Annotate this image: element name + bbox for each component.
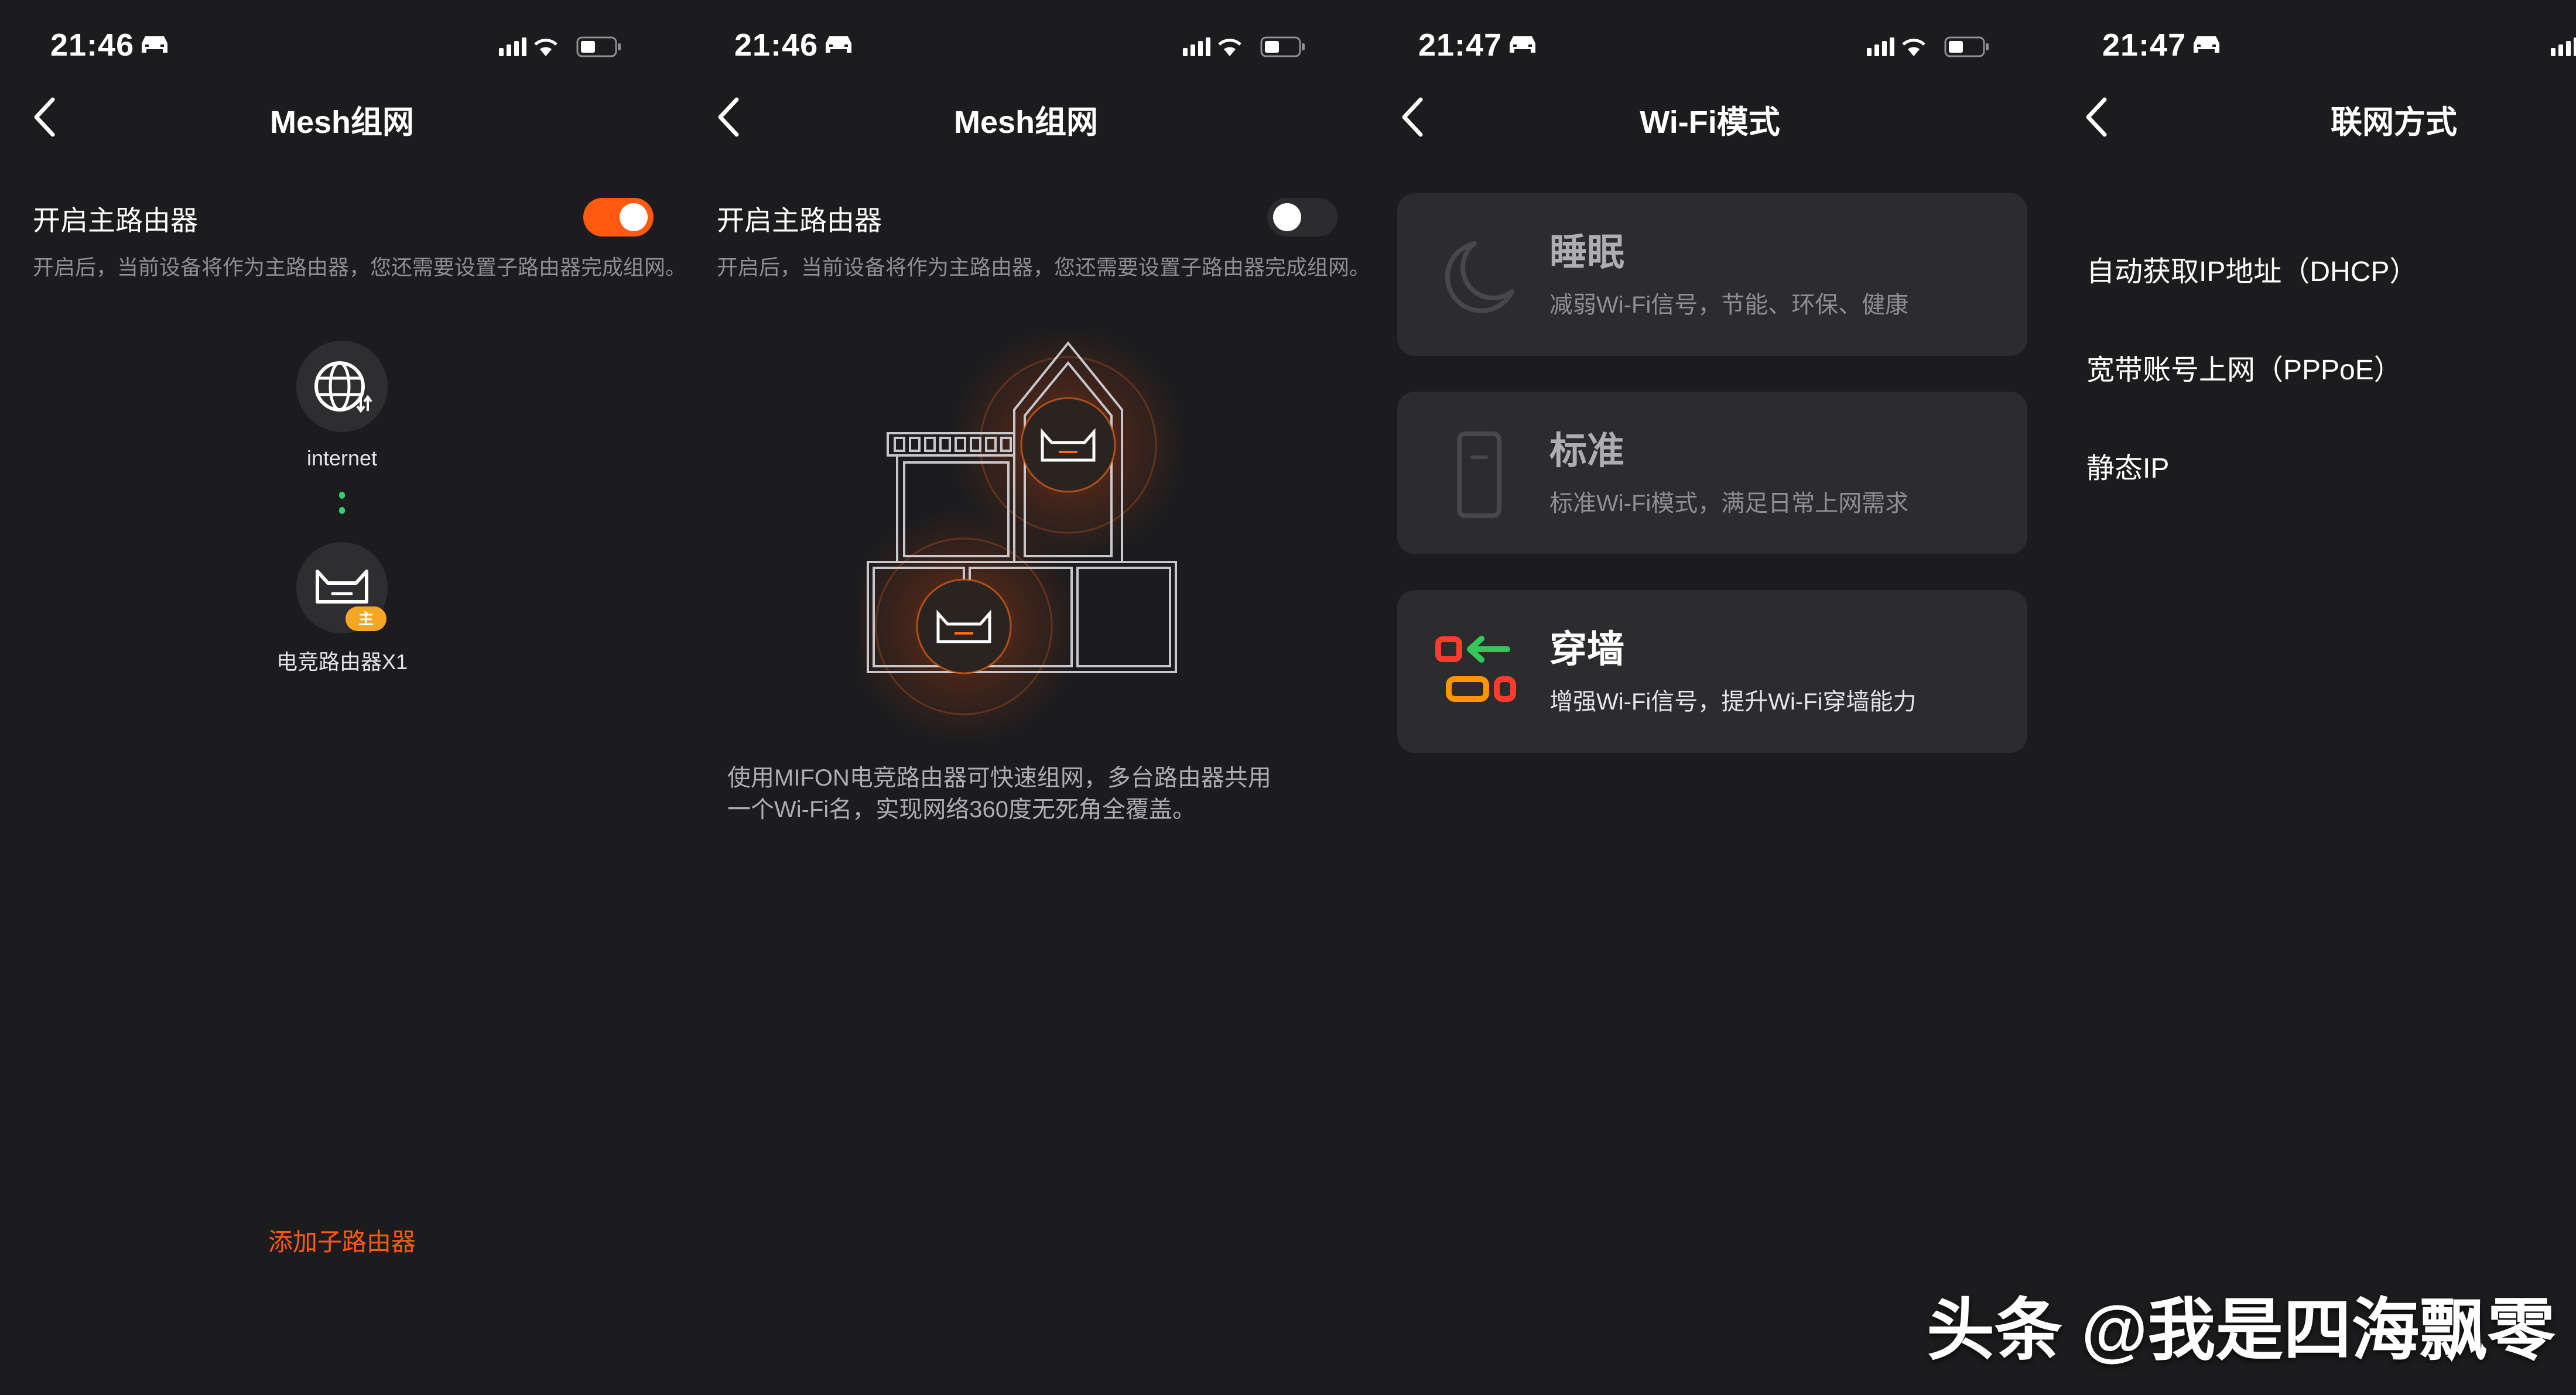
status-bar: 21:47	[1368, 0, 2052, 94]
status-time: 21:47	[2102, 28, 2187, 63]
main-router-toggle[interactable]	[583, 198, 654, 237]
internet-node	[296, 341, 388, 432]
option-pppoe[interactable]: 宽带账号上网（PPPoE）	[2086, 347, 2402, 388]
wifi-mode-card-standard[interactable]: 标准 标准Wi-Fi模式，满足日常上网需求	[1397, 392, 2027, 554]
status-bar: 21:46	[0, 0, 684, 94]
page-title: 联网方式	[2331, 105, 2457, 140]
carplay-icon	[1510, 36, 1535, 53]
toggle-description: 开启后，当前设备将作为主路由器，您还需要设置子路由器完成组网。	[717, 255, 1368, 279]
carplay-icon	[2194, 36, 2219, 53]
mesh-description-line-1: 使用MIFON电竞路由器可快速组网，多台路由器共用	[727, 765, 1271, 791]
status-time: 21:47	[1418, 28, 1503, 63]
toggle-knob	[1273, 203, 1301, 231]
mesh-description-line-2: 一个Wi-Fi名，实现网络360度无死角全覆盖。	[727, 797, 1196, 822]
mesh-house-illustration	[860, 334, 1185, 743]
signal-icon	[2551, 37, 2576, 56]
status-bar: 21:46	[684, 0, 1368, 94]
mode-name: 标准	[1549, 430, 1624, 472]
wifi-mode-card-sleep[interactable]: 睡眠 减弱Wi-Fi信号，节能、环保、健康	[1397, 193, 2027, 356]
nav-bar: Mesh组网	[684, 88, 1368, 146]
status-time: 21:46	[50, 28, 135, 63]
status-icons	[1867, 36, 1989, 57]
status-time: 21:46	[734, 28, 819, 63]
nav-bar: 联网方式	[2052, 88, 2576, 146]
option-dhcp[interactable]: 自动获取IP地址（DHCP）	[2086, 248, 2417, 289]
option-static-ip[interactable]: 静态IP	[2086, 445, 2169, 486]
phone-icon	[1457, 431, 1501, 518]
globe-icon	[314, 361, 372, 413]
wifi-mode-card-wall[interactable]: 穿墙 增强Wi-Fi信号，提升Wi-Fi穿墙能力	[1397, 590, 2027, 753]
mesh-screen-enabled: 21:46 Mesh组网 开启主路由器 开启后，当前设备将作为主路由器，您还需要…	[0, 0, 684, 1395]
status-icons	[499, 36, 621, 57]
watermark: 头条 @我是四海飘零	[1927, 1292, 2556, 1368]
wall-penetration-icon	[1435, 636, 1516, 702]
main-router-toggle[interactable]	[1267, 198, 1337, 237]
link-dot	[339, 492, 345, 499]
mode-description: 增强Wi-Fi信号，提升Wi-Fi穿墙能力	[1549, 689, 1917, 715]
mode-name: 穿墙	[1549, 628, 1624, 670]
carplay-icon	[826, 36, 851, 53]
add-sub-router-button[interactable]: 添加子路由器	[0, 1222, 684, 1258]
status-bar: 21:47	[2052, 0, 2576, 94]
nav-bar: Mesh组网	[0, 88, 684, 146]
page-title: Mesh组网	[269, 105, 415, 140]
moon-icon	[1445, 241, 1514, 313]
nav-bar: Wi-Fi模式	[1368, 88, 2052, 146]
mode-name: 睡眠	[1549, 231, 1624, 273]
carplay-icon	[142, 36, 167, 53]
mesh-description: 使用MIFON电竞路由器可快速组网，多台路由器共用 一个Wi-Fi名，实现网络3…	[727, 762, 1271, 825]
internet-label: internet	[306, 446, 378, 470]
toggle-label: 开启主路由器	[717, 205, 882, 236]
mode-description: 标准Wi-Fi模式，满足日常上网需求	[1549, 491, 1909, 516]
main-router-badge: 主	[345, 606, 386, 631]
mode-description: 减弱Wi-Fi信号，节能、环保、健康	[1549, 292, 1909, 318]
link-dot	[339, 507, 345, 514]
toggle-label: 开启主路由器	[33, 205, 198, 236]
page-title: Wi-Fi模式	[1640, 105, 1780, 140]
router-label: 电竞路由器X1	[276, 650, 408, 674]
toggle-description: 开启后，当前设备将作为主路由器，您还需要设置子路由器完成组网。	[33, 255, 684, 279]
page-title: Mesh组网	[953, 105, 1099, 140]
toggle-knob	[620, 203, 648, 231]
connection-type-screen: 21:47 联网方式	[2052, 0, 2576, 1395]
mesh-screen-disabled: 21:46 Mesh组网 开启主路由器 开启后，当前设备将作为主路由器，您还需要…	[684, 0, 1368, 1395]
status-icons	[1183, 36, 1305, 57]
